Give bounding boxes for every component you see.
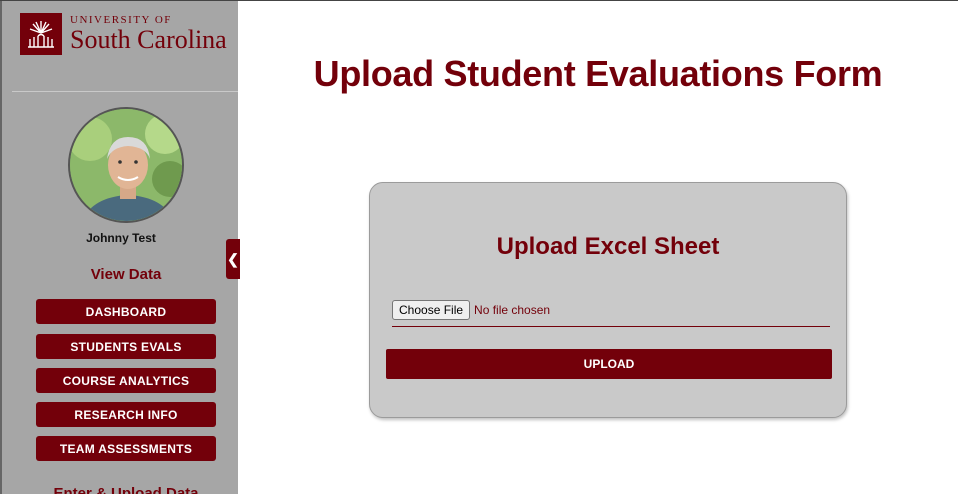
choose-file-button[interactable]: Choose File xyxy=(392,300,471,320)
nav-research-info-button[interactable]: RESEARCH INFO xyxy=(36,402,216,427)
upload-button[interactable]: UPLOAD xyxy=(386,349,832,379)
section-title-view-data: View Data xyxy=(90,266,162,283)
user-name: Johnny Test xyxy=(86,231,156,245)
university-logo[interactable]: UNIVERSITY OF South Carolina xyxy=(20,13,227,55)
page-title: Upload Student Evaluations Form xyxy=(313,53,883,94)
university-name: UNIVERSITY OF South Carolina xyxy=(70,14,227,54)
sidebar-divider xyxy=(12,91,238,92)
upload-card: Upload Excel Sheet Choose File No file c… xyxy=(369,182,847,418)
nav-course-analytics-button[interactable]: COURSE ANALYTICS xyxy=(36,368,216,393)
university-seal-icon xyxy=(20,13,62,55)
university-name-line2: South Carolina xyxy=(70,25,227,54)
file-input: Choose File No file chosen xyxy=(392,300,830,327)
chevron-left-icon: ❮ xyxy=(227,250,239,267)
section-title-enter-upload: Enter & Upload Data xyxy=(53,485,199,494)
nav-dashboard-button[interactable]: DASHBOARD xyxy=(36,299,216,324)
file-status-text: No file chosen xyxy=(474,303,551,317)
nav-team-assessments-button[interactable]: TEAM ASSESSMENTS xyxy=(36,436,216,461)
avatar xyxy=(68,107,184,223)
nav-students-evals-button[interactable]: STUDENTS EVALS xyxy=(36,334,216,359)
sidebar: UNIVERSITY OF South Carolina Johnny Test… xyxy=(0,1,240,494)
sidebar-collapse-button[interactable]: ❮ xyxy=(226,239,240,279)
upload-card-title: Upload Excel Sheet xyxy=(496,233,720,260)
app-page: UNIVERSITY OF South Carolina Johnny Test… xyxy=(0,0,958,494)
